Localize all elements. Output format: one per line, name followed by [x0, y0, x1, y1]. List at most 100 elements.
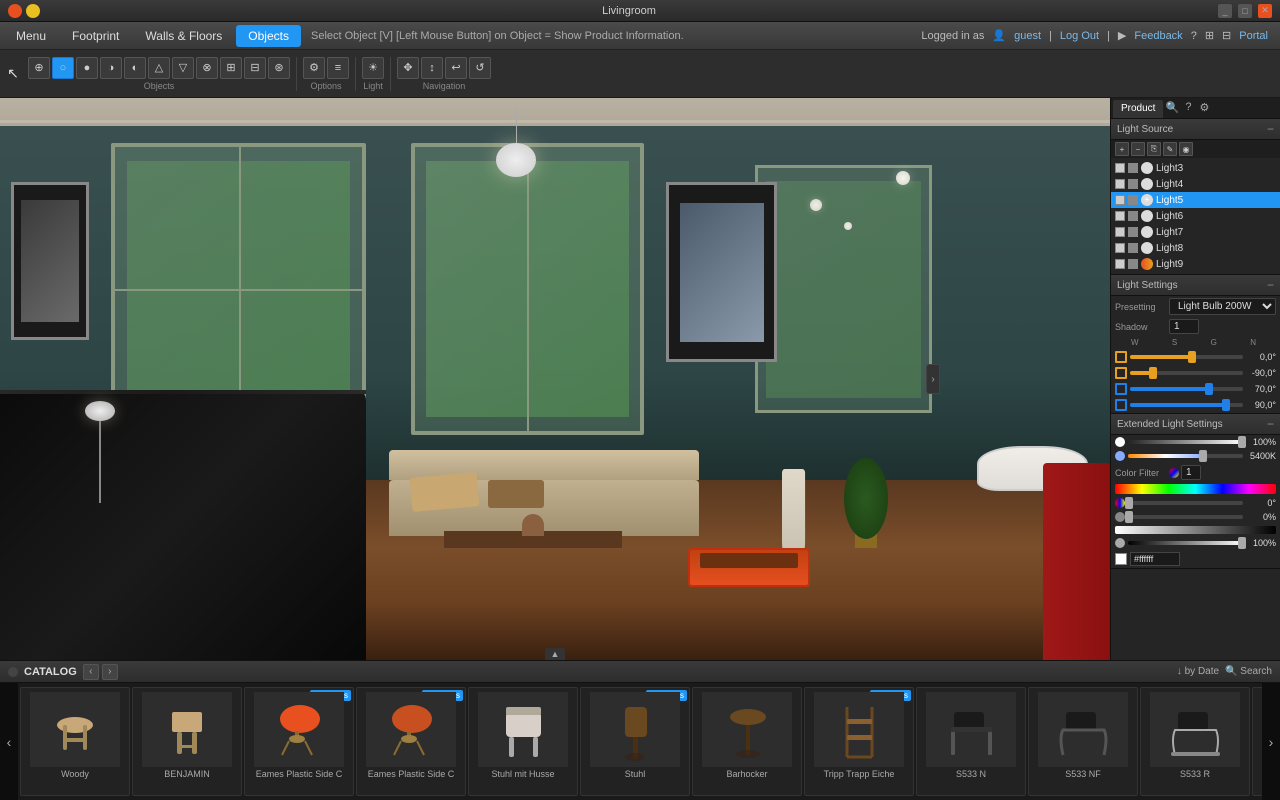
- light6-vis[interactable]: [1128, 211, 1138, 221]
- light-duplicate-btn[interactable]: ⎘: [1147, 142, 1161, 156]
- light-item-light6[interactable]: ● Light6: [1111, 208, 1280, 224]
- catalog-sort[interactable]: ↓ by Date: [1177, 666, 1219, 677]
- presetting-select[interactable]: Light Bulb 200W: [1169, 298, 1276, 315]
- maximize-button[interactable]: □: [1238, 4, 1252, 18]
- portal-link[interactable]: Portal: [1239, 30, 1268, 42]
- cursor-tool[interactable]: ↖: [4, 60, 22, 88]
- hue-value-slider[interactable]: [1128, 501, 1243, 505]
- light6-toggle[interactable]: [1115, 211, 1125, 221]
- angle-slider-3[interactable]: [1130, 387, 1243, 391]
- light-remove-btn[interactable]: −: [1131, 142, 1145, 156]
- menu-item-walls-floors[interactable]: Walls & Floors: [133, 25, 234, 47]
- catalog-item-eames2[interactable]: 4 Variants Eames Plastic Side C: [356, 687, 466, 796]
- catalog-item-stuhl[interactable]: 7 Variants Stuhl: [580, 687, 690, 796]
- logout-link[interactable]: Log Out: [1060, 30, 1099, 42]
- light-item-light7[interactable]: ☀ Light7: [1111, 224, 1280, 240]
- move-btn[interactable]: ●: [76, 57, 98, 79]
- catalog-item-s533r[interactable]: S533 R: [1140, 687, 1250, 796]
- catalog-next-nav[interactable]: ›: [102, 664, 118, 680]
- light-source-collapse[interactable]: −: [1267, 122, 1274, 136]
- menu-item-objects[interactable]: Objects: [236, 25, 301, 47]
- lightness-slider[interactable]: [1128, 541, 1243, 545]
- light5-toggle[interactable]: [1115, 195, 1125, 205]
- menu-item-menu[interactable]: Menu: [4, 25, 58, 47]
- catalog-item-panton[interactable]: 3 Variants Panton Chair: [1252, 687, 1262, 796]
- light9-toggle[interactable]: [1115, 259, 1125, 269]
- viewport-3d[interactable]: › ▲: [0, 98, 1110, 660]
- light-item-light3[interactable]: ☀ Light3: [1111, 160, 1280, 176]
- catalog-expand-btn[interactable]: ▲: [545, 648, 565, 660]
- feedback-link[interactable]: Feedback: [1134, 30, 1182, 42]
- light4-toggle[interactable]: [1115, 179, 1125, 189]
- tab-search-icon[interactable]: 🔍: [1165, 100, 1179, 114]
- catalog-search[interactable]: 🔍 Search: [1225, 666, 1272, 677]
- zoom-btn[interactable]: ↕: [421, 57, 443, 79]
- catalog-scroll-prev[interactable]: ‹: [0, 683, 18, 800]
- delete-btn[interactable]: ▽: [172, 57, 194, 79]
- catalog-item-tripp-trapp[interactable]: 7 Variants Tripp Trapp Eiche: [804, 687, 914, 796]
- light8-vis[interactable]: [1128, 243, 1138, 253]
- pan-btn[interactable]: ✥: [397, 57, 419, 79]
- catalog-name-eames1: Eames Plastic Side C: [249, 769, 349, 779]
- redo-btn[interactable]: ↺: [469, 57, 491, 79]
- light-btn[interactable]: ☀: [362, 57, 384, 79]
- color-checkbox[interactable]: [1115, 553, 1127, 565]
- light5-vis[interactable]: [1128, 195, 1138, 205]
- light-item-light9[interactable]: Light9: [1111, 256, 1280, 272]
- light-vis-btn[interactable]: ◉: [1179, 142, 1193, 156]
- username-link[interactable]: guest: [1014, 30, 1041, 42]
- tab-help-icon[interactable]: ?: [1181, 100, 1195, 114]
- hex-input[interactable]: [1130, 552, 1180, 566]
- menu-item-footprint[interactable]: Footprint: [60, 25, 131, 47]
- light-settings-collapse[interactable]: −: [1267, 278, 1274, 292]
- extended-light-collapse[interactable]: −: [1267, 417, 1274, 431]
- catalog-scroll-next[interactable]: ›: [1262, 683, 1280, 800]
- shadow-input[interactable]: [1169, 319, 1199, 334]
- panel-collapse-btn[interactable]: ›: [926, 364, 940, 394]
- tab-product[interactable]: Product: [1113, 100, 1163, 118]
- light8-toggle[interactable]: [1115, 243, 1125, 253]
- light-item-light8[interactable]: ☀ Light8: [1111, 240, 1280, 256]
- add-object-btn[interactable]: ⊕: [28, 57, 50, 79]
- catalog-item-eames1[interactable]: 7 Variants Eames Plastic Side C: [244, 687, 354, 796]
- light-add-btn[interactable]: +: [1115, 142, 1129, 156]
- catalog-item-s533n[interactable]: S533 N: [916, 687, 1026, 796]
- light-item-light4[interactable]: ☀ Light4: [1111, 176, 1280, 192]
- angle-slider-2[interactable]: [1130, 371, 1243, 375]
- snap-btn[interactable]: ⊛: [268, 57, 290, 79]
- light-item-light5[interactable]: ☀ Light5: [1111, 192, 1280, 208]
- temperature-slider[interactable]: [1128, 454, 1243, 458]
- options-btn2[interactable]: ≡: [327, 57, 349, 79]
- distribute-btn[interactable]: ⊟: [244, 57, 266, 79]
- scale-btn[interactable]: ◐: [124, 57, 146, 79]
- hue-slider[interactable]: [1115, 484, 1276, 494]
- select-btn[interactable]: ○: [52, 57, 74, 79]
- saturation-slider[interactable]: [1128, 515, 1243, 519]
- undo-btn[interactable]: ↩: [445, 57, 467, 79]
- close-button[interactable]: ✕: [1258, 4, 1272, 18]
- angle-slider-4[interactable]: [1130, 403, 1243, 407]
- light7-toggle[interactable]: [1115, 227, 1125, 237]
- catalog-item-woody[interactable]: Woody: [20, 687, 130, 796]
- options-btn1[interactable]: ⚙: [303, 57, 325, 79]
- clone-btn[interactable]: △: [148, 57, 170, 79]
- light7-vis[interactable]: [1128, 227, 1138, 237]
- align-btn[interactable]: ⊞: [220, 57, 242, 79]
- light3-vis[interactable]: [1128, 163, 1138, 173]
- group-btn[interactable]: ⊗: [196, 57, 218, 79]
- light-edit-btn[interactable]: ✎: [1163, 142, 1177, 156]
- minimize-button[interactable]: _: [1218, 4, 1232, 18]
- light4-vis[interactable]: [1128, 179, 1138, 189]
- angle-slider-1[interactable]: [1130, 355, 1243, 359]
- tab-settings-icon[interactable]: ⚙: [1197, 100, 1211, 114]
- color-filter-input[interactable]: [1181, 465, 1201, 480]
- rotate-btn[interactable]: ◑: [100, 57, 122, 79]
- catalog-item-benjamin[interactable]: BENJAMIN: [132, 687, 242, 796]
- brightness-slider[interactable]: [1128, 440, 1243, 444]
- light3-toggle[interactable]: [1115, 163, 1125, 173]
- catalog-prev-nav[interactable]: ‹: [83, 664, 99, 680]
- catalog-item-s533nf[interactable]: S533 NF: [1028, 687, 1138, 796]
- catalog-item-barhocker[interactable]: Barhocker: [692, 687, 802, 796]
- light9-vis[interactable]: [1128, 259, 1138, 269]
- catalog-item-stuhl-husse[interactable]: Stuhl mit Husse: [468, 687, 578, 796]
